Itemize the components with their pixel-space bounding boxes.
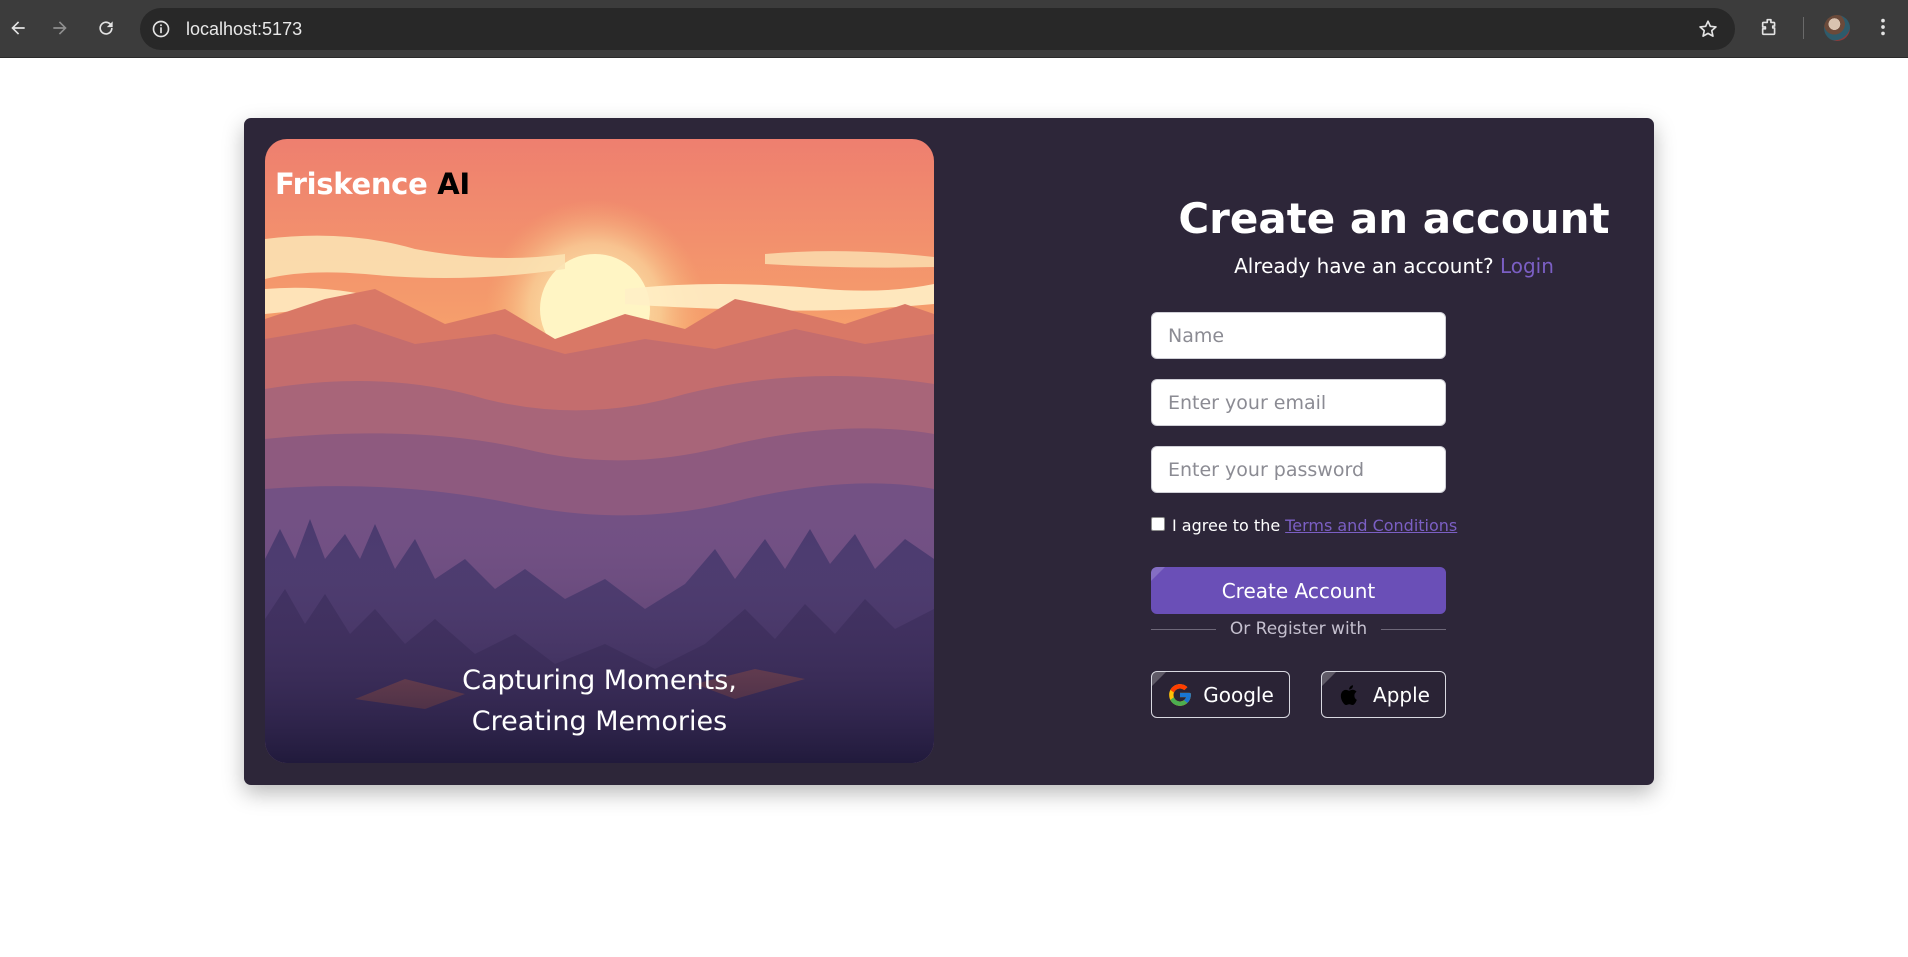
google-label: Google <box>1203 682 1274 707</box>
google-icon <box>1167 682 1193 708</box>
password-input[interactable] <box>1151 446 1446 493</box>
url-text[interactable]: localhost:5173 <box>186 19 302 40</box>
forward-arrow-icon[interactable] <box>44 12 76 44</box>
page-title: Create an account <box>1178 194 1610 243</box>
brand-name: Friskence <box>275 167 428 201</box>
apple-icon <box>1337 682 1363 708</box>
divider-text: Or Register with <box>1229 619 1368 639</box>
already-have-account-text: Already have an account? <box>1234 254 1494 278</box>
back-arrow-icon[interactable] <box>2 12 34 44</box>
tagline-line-1: Capturing Moments, <box>462 665 737 696</box>
hero-tagline: Capturing Moments, Creating Memories <box>265 660 934 742</box>
terms-agreement: I agree to the Terms and Conditions <box>1151 516 1457 535</box>
register-divider: Or Register with <box>1151 618 1446 640</box>
brand-suffix: AI <box>437 167 470 201</box>
email-input[interactable] <box>1151 379 1446 426</box>
profile-avatar[interactable] <box>1824 15 1850 41</box>
tagline-line-2: Creating Memories <box>471 706 728 737</box>
terms-checkbox[interactable] <box>1151 516 1165 531</box>
bookmark-star-icon[interactable] <box>1697 18 1719 40</box>
browser-toolbar: localhost:5173 <box>0 0 1908 58</box>
more-menu-icon[interactable] <box>1870 14 1896 40</box>
create-account-label: Create Account <box>1221 578 1376 603</box>
apple-label: Apple <box>1373 682 1430 707</box>
login-link[interactable]: Login <box>1500 254 1554 278</box>
apple-register-button[interactable]: Apple <box>1321 671 1446 718</box>
reload-icon[interactable] <box>90 12 122 44</box>
hero-image-panel: Friskence AI Capturing Moments, Creating… <box>265 139 934 763</box>
login-prompt: Already have an account? Login <box>1054 254 1734 278</box>
address-bar[interactable]: localhost:5173 <box>140 8 1735 50</box>
site-info-icon[interactable] <box>150 18 172 40</box>
google-register-button[interactable]: Google <box>1151 671 1290 718</box>
terms-link[interactable]: Terms and Conditions <box>1285 516 1457 535</box>
agree-text: I agree to the <box>1172 516 1281 535</box>
signup-card: Friskence AI Capturing Moments, Creating… <box>244 118 1654 785</box>
extensions-icon[interactable] <box>1757 14 1783 40</box>
toolbar-separator <box>1803 17 1804 39</box>
signup-form: Create an account Already have an accoun… <box>1054 118 1734 785</box>
brand-logo: Friskence AI <box>275 167 470 201</box>
create-account-button[interactable]: Create Account <box>1151 567 1446 614</box>
name-input[interactable] <box>1151 312 1446 359</box>
